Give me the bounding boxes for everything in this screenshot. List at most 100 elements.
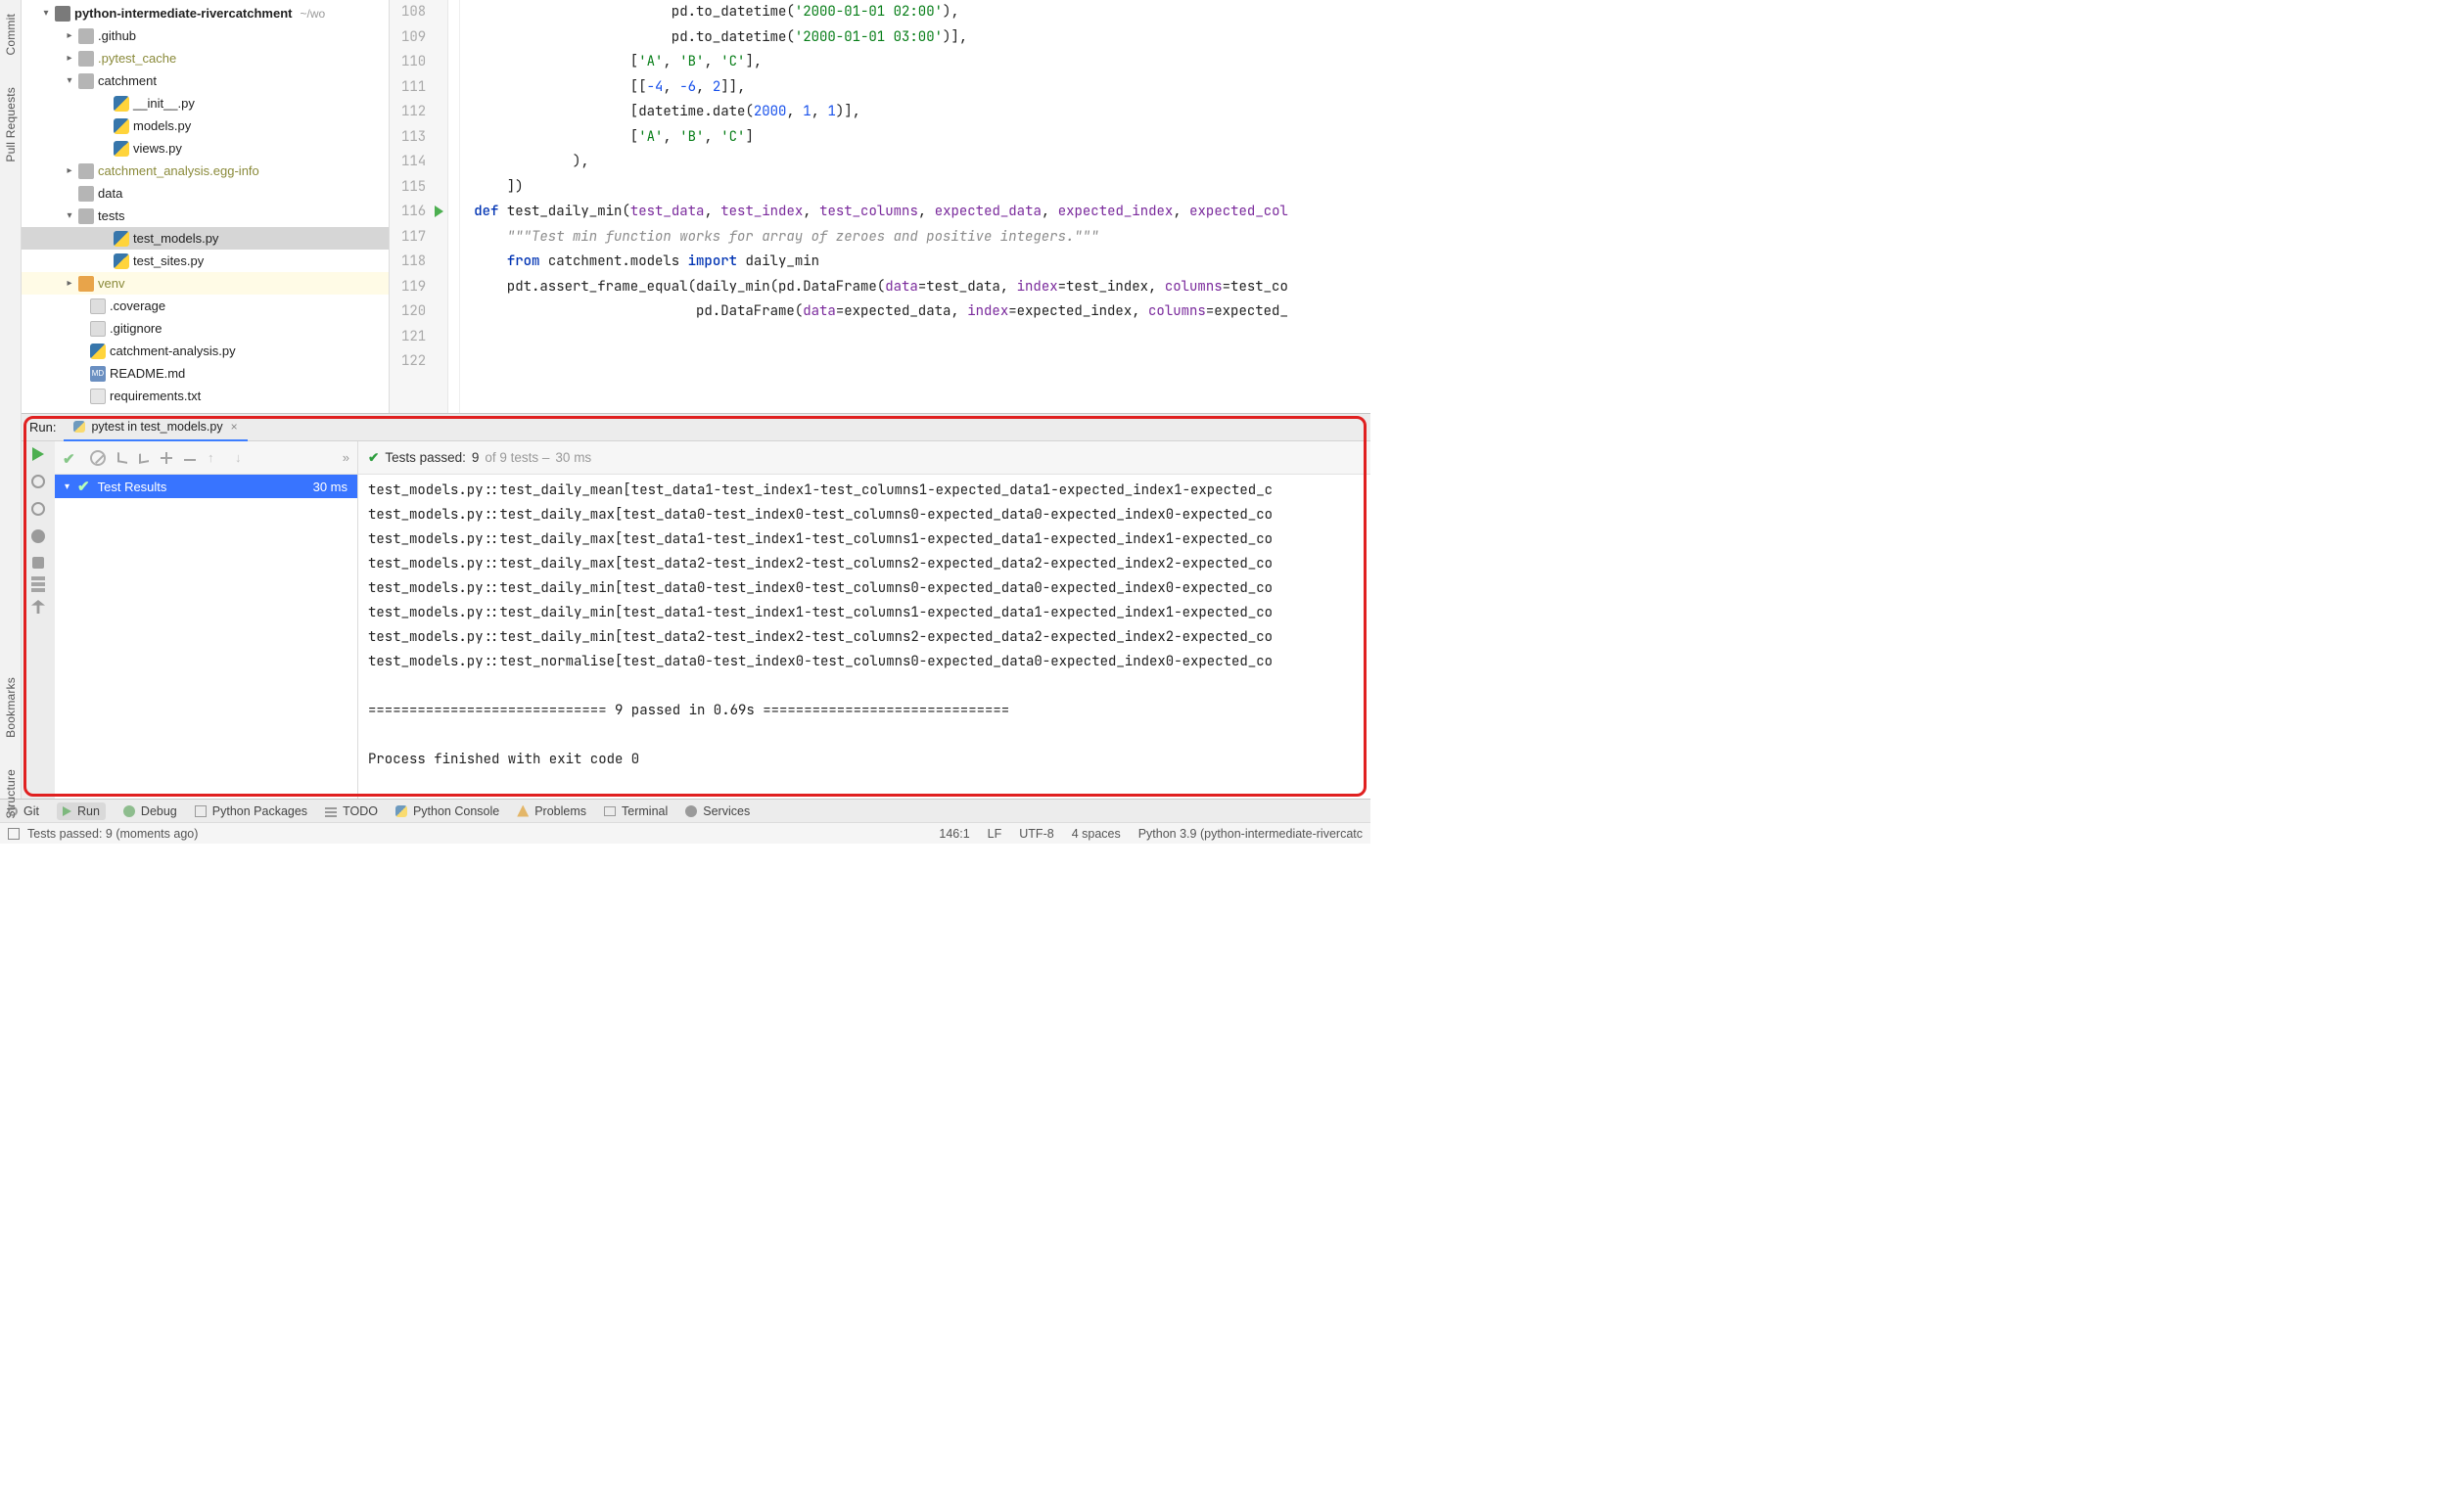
- code-line[interactable]: from catchment.models import daily_min: [474, 250, 1370, 275]
- code-line[interactable]: pdt.assert_frame_equal(daily_min(pd.Data…: [474, 275, 1370, 300]
- toolwindow-run[interactable]: Run: [57, 802, 106, 820]
- tree-label: catchment-analysis.py: [110, 344, 236, 358]
- tree-row[interactable]: ·.gitignore: [22, 317, 389, 340]
- tree-row[interactable]: ·__init__.py: [22, 92, 389, 115]
- code-line[interactable]: ['A', 'B', 'C']: [474, 125, 1370, 151]
- toolwindow-label: Run: [77, 804, 100, 818]
- tree-row[interactable]: ·test_models.py: [22, 227, 389, 250]
- toolwindow-terminal[interactable]: Terminal: [604, 804, 668, 818]
- file-icon: [90, 321, 106, 337]
- editor-code-area[interactable]: pd.to_datetime('2000-01-01 02:00'), pd.t…: [460, 0, 1370, 413]
- tree-row[interactable]: ·catchment-analysis.py: [22, 340, 389, 362]
- folder-icon: [78, 73, 94, 89]
- project-tree[interactable]: ▾python-intermediate-rivercatchment~/wo▸…: [22, 0, 390, 413]
- toolwindow-debug[interactable]: Debug: [123, 804, 177, 818]
- expand-all-icon[interactable]: [161, 452, 172, 464]
- code-line[interactable]: [datetime.date(2000, 1, 1)],: [474, 100, 1370, 125]
- run-left-toolbar: [22, 441, 55, 799]
- test-output[interactable]: test_models.py::test_daily_mean[test_dat…: [358, 475, 1370, 799]
- toggle-auto-test-icon[interactable]: [31, 502, 45, 516]
- pin-icon[interactable]: [31, 600, 45, 614]
- show-ignored-icon[interactable]: [90, 450, 106, 466]
- status-pass-icon: ✔: [368, 450, 379, 466]
- code-line[interactable]: pd.to_datetime('2000-01-01 02:00'),: [474, 0, 1370, 25]
- status-right-item[interactable]: 4 spaces: [1072, 827, 1121, 841]
- code-line[interactable]: [[-4, -6, 2]],: [474, 75, 1370, 101]
- status-right-item[interactable]: UTF-8: [1019, 827, 1053, 841]
- tree-row[interactable]: ·.coverage: [22, 295, 389, 317]
- chevron-down-icon[interactable]: ▾: [41, 8, 51, 19]
- toolwindow-git[interactable]: Git: [8, 804, 39, 818]
- code-line[interactable]: [474, 349, 1370, 375]
- tree-row[interactable]: ▾ tests: [22, 205, 389, 227]
- collapse-all-icon[interactable]: [184, 459, 196, 461]
- code-line[interactable]: pd.DataFrame(data=expected_data, index=e…: [474, 299, 1370, 325]
- tree-path-hint: ~/wo: [301, 7, 326, 21]
- gutter-tab-pull-requests[interactable]: Pull Requests: [2, 83, 20, 166]
- sort-asc-icon[interactable]: [117, 452, 127, 464]
- code-line[interactable]: ),: [474, 150, 1370, 175]
- code-line[interactable]: [474, 325, 1370, 350]
- tree-row[interactable]: ▾python-intermediate-rivercatchment~/wo: [22, 2, 389, 24]
- run-label: Run:: [29, 420, 56, 435]
- status-right-item[interactable]: LF: [988, 827, 1002, 841]
- toolwindow-todo[interactable]: TODO: [325, 804, 378, 818]
- code-line[interactable]: ]): [474, 175, 1370, 201]
- toolwindow-problems[interactable]: Problems: [517, 804, 586, 818]
- chevron-down-icon[interactable]: ▾: [65, 75, 74, 86]
- code-line[interactable]: def test_daily_min(test_data, test_index…: [474, 200, 1370, 225]
- tree-row[interactable]: ·MDREADME.md: [22, 362, 389, 385]
- run-gutter-icon[interactable]: [435, 206, 443, 217]
- tree-row[interactable]: ▸.pytest_cache: [22, 47, 389, 69]
- tree-row[interactable]: ▸venv: [22, 272, 389, 295]
- run-config-tab[interactable]: pytest in test_models.py ×: [64, 414, 247, 441]
- tree-row[interactable]: ·requirements.txt: [22, 385, 389, 407]
- tree-row[interactable]: ·test_sites.py: [22, 250, 389, 272]
- line-number: 120: [401, 299, 426, 325]
- show-passed-icon[interactable]: ✔: [63, 450, 78, 466]
- tree-row[interactable]: ·data: [22, 182, 389, 205]
- tree-row[interactable]: ·models.py: [22, 115, 389, 137]
- settings-icon[interactable]: [31, 529, 45, 543]
- tree-label: catchment: [98, 73, 157, 88]
- chevron-right-icon[interactable]: ▸: [65, 30, 74, 41]
- sort-desc-icon[interactable]: [139, 452, 149, 464]
- chevron-right-icon[interactable]: ▸: [65, 165, 74, 176]
- toolwindow-label: Debug: [141, 804, 177, 818]
- next-failed-icon[interactable]: ↓: [235, 450, 251, 466]
- status-of-text: of 9 tests –: [485, 450, 549, 465]
- tree-label: .gitignore: [110, 321, 162, 336]
- test-tree-panel: ✔ ↑ ↓ » ▾ ✔ Test Results 30 m: [55, 441, 358, 799]
- stop-icon[interactable]: [32, 557, 44, 569]
- gutter-tab-commit[interactable]: Commit: [2, 10, 20, 60]
- test-status-bar: ✔ Tests passed: 9 of 9 tests – 30 ms: [358, 441, 1370, 475]
- rerun-icon[interactable]: [32, 447, 44, 461]
- chevron-right-icon[interactable]: ▸: [65, 53, 74, 64]
- status-right-item[interactable]: Python 3.9 (python-intermediate-rivercat…: [1138, 827, 1363, 841]
- tree-row[interactable]: ·views.py: [22, 137, 389, 160]
- close-icon[interactable]: ×: [231, 420, 238, 434]
- code-line[interactable]: ['A', 'B', 'C'],: [474, 50, 1370, 75]
- py-icon: [114, 253, 129, 269]
- rerun-failed-icon[interactable]: [31, 475, 45, 488]
- prev-failed-icon[interactable]: ↑: [208, 450, 223, 466]
- status-right-item[interactable]: 146:1: [939, 827, 969, 841]
- gutter-tab-bookmarks[interactable]: Bookmarks: [2, 673, 20, 742]
- tree-row[interactable]: ▸.github: [22, 24, 389, 47]
- layout-icon[interactable]: [31, 582, 45, 586]
- tree-row[interactable]: ▸catchment_analysis.egg-info: [22, 160, 389, 182]
- tree-row[interactable]: ▾ catchment: [22, 69, 389, 92]
- toolwindow-python-packages[interactable]: Python Packages: [195, 804, 307, 818]
- chevron-down-icon[interactable]: ▾: [65, 210, 74, 221]
- code-line[interactable]: """Test min function works for array of …: [474, 225, 1370, 251]
- toolwindow-python-console[interactable]: Python Console: [395, 804, 499, 818]
- folder-ex-icon: [78, 276, 94, 292]
- tree-label: tests: [98, 208, 124, 223]
- code-line[interactable]: pd.to_datetime('2000-01-01 03:00')],: [474, 25, 1370, 51]
- code-editor[interactable]: 1081091101111121131141151161171181191201…: [390, 0, 1370, 413]
- toolwindow-toggle-icon[interactable]: [8, 828, 20, 840]
- test-results-root[interactable]: ▾ ✔ Test Results 30 ms: [55, 475, 357, 498]
- py-icon: [114, 231, 129, 247]
- toolwindow-services[interactable]: Services: [685, 804, 750, 818]
- chevron-right-icon[interactable]: ▸: [65, 278, 74, 289]
